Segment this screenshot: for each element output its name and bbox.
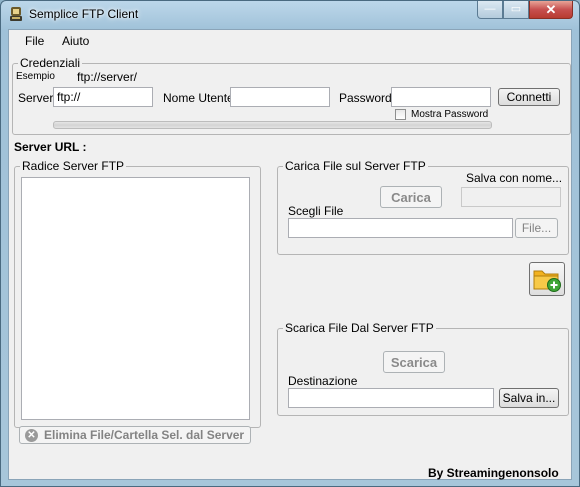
ftp-app-icon [10, 7, 22, 21]
window-title: Semplice FTP Client [29, 7, 139, 21]
show-password-checkbox[interactable] [395, 109, 406, 120]
upload-button[interactable]: Carica [380, 186, 442, 208]
show-password-label: Mostra Password [411, 109, 489, 120]
example-value: ftp://server/ [77, 70, 138, 84]
password-label: Password [339, 91, 392, 105]
username-label: Nome Utente [163, 91, 234, 105]
credits-label: By Streamingenonsolo [428, 466, 559, 480]
client-area: File Aiuto Credenziali Esempio ftp://ser… [8, 29, 572, 480]
upload-group: Carica File sul Server FTP Salva con nom… [277, 159, 569, 255]
credentials-group: Credenziali Esempio ftp://server/ Server… [12, 56, 571, 135]
delete-remote-label: Elimina File/Cartella Sel. dal Server [44, 428, 245, 442]
menu-file[interactable]: File [25, 34, 44, 48]
connect-button[interactable]: Connetti [498, 88, 560, 106]
destination-label: Destinazione [288, 374, 358, 388]
download-legend: Scarica File Dal Server FTP [283, 321, 436, 335]
server-url-label: Server URL : [14, 140, 87, 154]
download-button[interactable]: Scarica [383, 351, 445, 373]
save-as-label: Salva con nome... [466, 171, 563, 185]
server-root-group: Radice Server FTP [14, 159, 261, 428]
menu-aiuto[interactable]: Aiuto [62, 34, 89, 48]
new-folder-button[interactable] [529, 262, 565, 296]
download-group: Scarica File Dal Server FTP Scarica Dest… [277, 321, 569, 416]
server-label: Server [18, 91, 54, 105]
choose-file-label: Scegli File [288, 204, 344, 218]
folder-add-icon [533, 270, 561, 292]
save-in-button[interactable]: Salva in... [499, 388, 559, 408]
delete-x-icon: ✕ [25, 428, 38, 442]
file-path-input[interactable] [288, 218, 513, 238]
credentials-legend: Credenziali [18, 56, 83, 70]
password-input[interactable] [391, 87, 491, 107]
app-window: Semplice FTP Client — ▭ ✕ File Aiuto Cre… [0, 0, 580, 487]
destination-input[interactable] [288, 388, 494, 408]
upload-legend: Carica File sul Server FTP [283, 159, 428, 173]
close-button[interactable]: ✕ [529, 1, 573, 19]
connection-progress-bar [53, 121, 492, 129]
save-as-input[interactable] [461, 187, 561, 207]
minimize-button[interactable]: — [477, 1, 503, 19]
username-input[interactable] [230, 87, 330, 107]
example-label: Esempio [16, 71, 55, 82]
menu-bar: File Aiuto [9, 30, 571, 52]
browse-file-button[interactable]: File... [515, 218, 558, 238]
delete-remote-button[interactable]: ✕ Elimina File/Cartella Sel. dal Server [19, 426, 251, 444]
server-root-legend: Radice Server FTP [20, 159, 127, 173]
maximize-button[interactable]: ▭ [503, 1, 529, 19]
title-bar[interactable]: Semplice FTP Client — ▭ ✕ [1, 1, 579, 28]
server-tree-view[interactable] [21, 177, 250, 420]
caption-buttons: — ▭ ✕ [477, 1, 573, 20]
server-input[interactable]: ftp:// [53, 87, 153, 107]
